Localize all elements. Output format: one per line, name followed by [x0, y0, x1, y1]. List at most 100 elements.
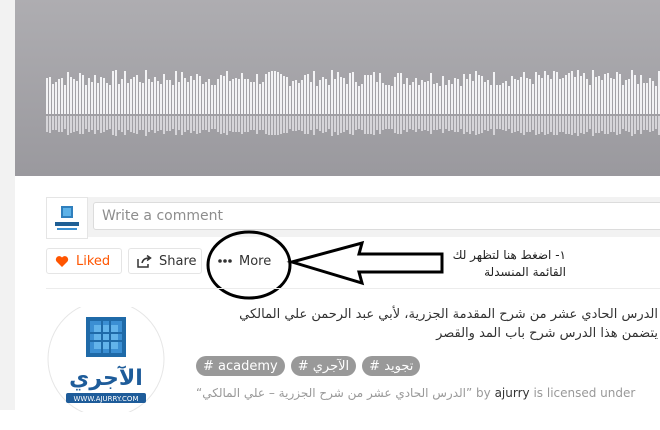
waveform-bar — [109, 85, 111, 114]
waveform-reflection — [328, 116, 330, 129]
waveform-bar — [265, 74, 267, 114]
waveform-reflection — [121, 116, 123, 132]
waveform-reflection — [529, 116, 531, 132]
waveform-reflection — [550, 116, 552, 132]
waveform-reflection — [250, 116, 252, 130]
license-by: by — [472, 386, 495, 400]
more-button[interactable]: More — [209, 248, 284, 274]
waveform-bar — [601, 80, 603, 114]
waveform-reflection — [238, 116, 240, 132]
waveform-bar — [142, 83, 144, 114]
waveform-bar — [526, 78, 528, 114]
waveform-reflection — [484, 116, 486, 130]
tag-ajurry[interactable]: # الآجري — [290, 356, 357, 376]
waveform-reflection — [199, 116, 201, 133]
waveform-bar — [238, 79, 240, 114]
waveform-reflection — [598, 116, 600, 133]
waveform-reflection — [583, 116, 585, 134]
waveform-bar — [235, 78, 237, 114]
waveform-reflection — [205, 116, 207, 130]
waveform-bar — [64, 85, 66, 114]
waveform-bar — [55, 82, 57, 114]
waveform-panel[interactable] — [15, 0, 660, 176]
waveform-reflection — [175, 116, 177, 135]
waveform-reflection — [430, 116, 432, 134]
waveform-bar — [553, 71, 555, 114]
waveform-reflection — [73, 116, 75, 132]
waveform-reflection — [520, 116, 522, 133]
waveform-bar — [346, 84, 348, 114]
waveform-bar — [220, 75, 222, 114]
waveform-reflection — [325, 116, 327, 132]
waveform-bar — [472, 81, 474, 114]
waveform-bar — [604, 74, 606, 114]
description-line-1: الدرس الحادي عشر من شرح المقدمة الجزرية،… — [239, 307, 658, 322]
waveform-reflection — [172, 116, 174, 129]
waveform-reflection — [208, 116, 210, 132]
comment-input[interactable] — [93, 202, 660, 230]
waveform-bar — [151, 82, 153, 114]
waveform-bar — [328, 85, 330, 114]
waveform-bar — [202, 84, 204, 114]
waveform-reflection — [556, 116, 558, 135]
waveform-bar — [436, 83, 438, 114]
waveform-reflection — [466, 116, 468, 132]
license-user-link[interactable]: ajurry — [495, 386, 530, 400]
waveform-reflection — [109, 116, 111, 129]
waveform-bar — [304, 75, 306, 114]
divider — [46, 288, 660, 289]
waveform-reflection — [433, 116, 435, 130]
waveform-bar — [382, 83, 384, 114]
waveform-reflection — [532, 116, 534, 130]
annotation-text: ١- اضغط هنا لتظهر لك القائمة المنسدلة — [446, 247, 566, 281]
waveform-reflection — [478, 116, 480, 134]
waveform-bar — [319, 80, 321, 114]
uploader-avatar[interactable]: الآجري WWW.AJURRY.COM — [46, 300, 166, 418]
waveform-reflection — [241, 116, 243, 134]
waveform-reflection — [229, 116, 231, 131]
waveform-reflection — [514, 116, 516, 132]
waveform-reflection — [166, 116, 168, 131]
waveform[interactable] — [15, 0, 660, 176]
waveform-reflection — [571, 116, 573, 135]
waveform-reflection — [124, 116, 126, 135]
waveform-reflection — [511, 116, 513, 133]
waveform-reflection — [619, 116, 621, 134]
waveform-bar — [550, 79, 552, 114]
waveform-reflection — [274, 116, 276, 135]
waveform-reflection — [154, 116, 156, 133]
waveform-bar — [502, 83, 504, 114]
waveform-reflection — [457, 116, 459, 132]
waveform-bar — [508, 86, 510, 114]
waveform-bar — [97, 83, 99, 114]
waveform-reflection — [418, 116, 420, 129]
waveform-bar — [82, 75, 84, 114]
waveform-bar — [145, 70, 147, 114]
waveform-bar — [628, 79, 630, 114]
waveform-bar — [574, 77, 576, 114]
waveform-reflection — [232, 116, 234, 132]
waveform-bar — [76, 81, 78, 114]
share-button[interactable]: Share — [128, 248, 202, 274]
waveform-reflection — [637, 116, 639, 130]
waveform-reflection — [169, 116, 171, 131]
liked-button[interactable]: Liked — [46, 248, 122, 274]
waveform-bar — [223, 76, 225, 114]
waveform-bar — [310, 82, 312, 114]
waveform-bar — [445, 85, 447, 114]
share-icon — [137, 254, 152, 268]
tag-academy[interactable]: # academy — [196, 356, 285, 376]
waveform-bar — [586, 79, 588, 114]
waveform-bar — [88, 78, 90, 114]
waveform-reflection — [643, 116, 645, 130]
tag-tajweed[interactable]: # تجويد — [362, 356, 421, 376]
waveform-bar — [148, 79, 150, 114]
waveform-bar — [457, 79, 459, 114]
waveform-bar — [487, 80, 489, 114]
waveform-bar — [298, 83, 300, 114]
waveform-bar — [505, 81, 507, 114]
waveform-bar — [517, 80, 519, 114]
waveform-reflection — [319, 116, 321, 131]
waveform-reflection — [142, 116, 144, 130]
waveform-reflection — [544, 116, 546, 135]
